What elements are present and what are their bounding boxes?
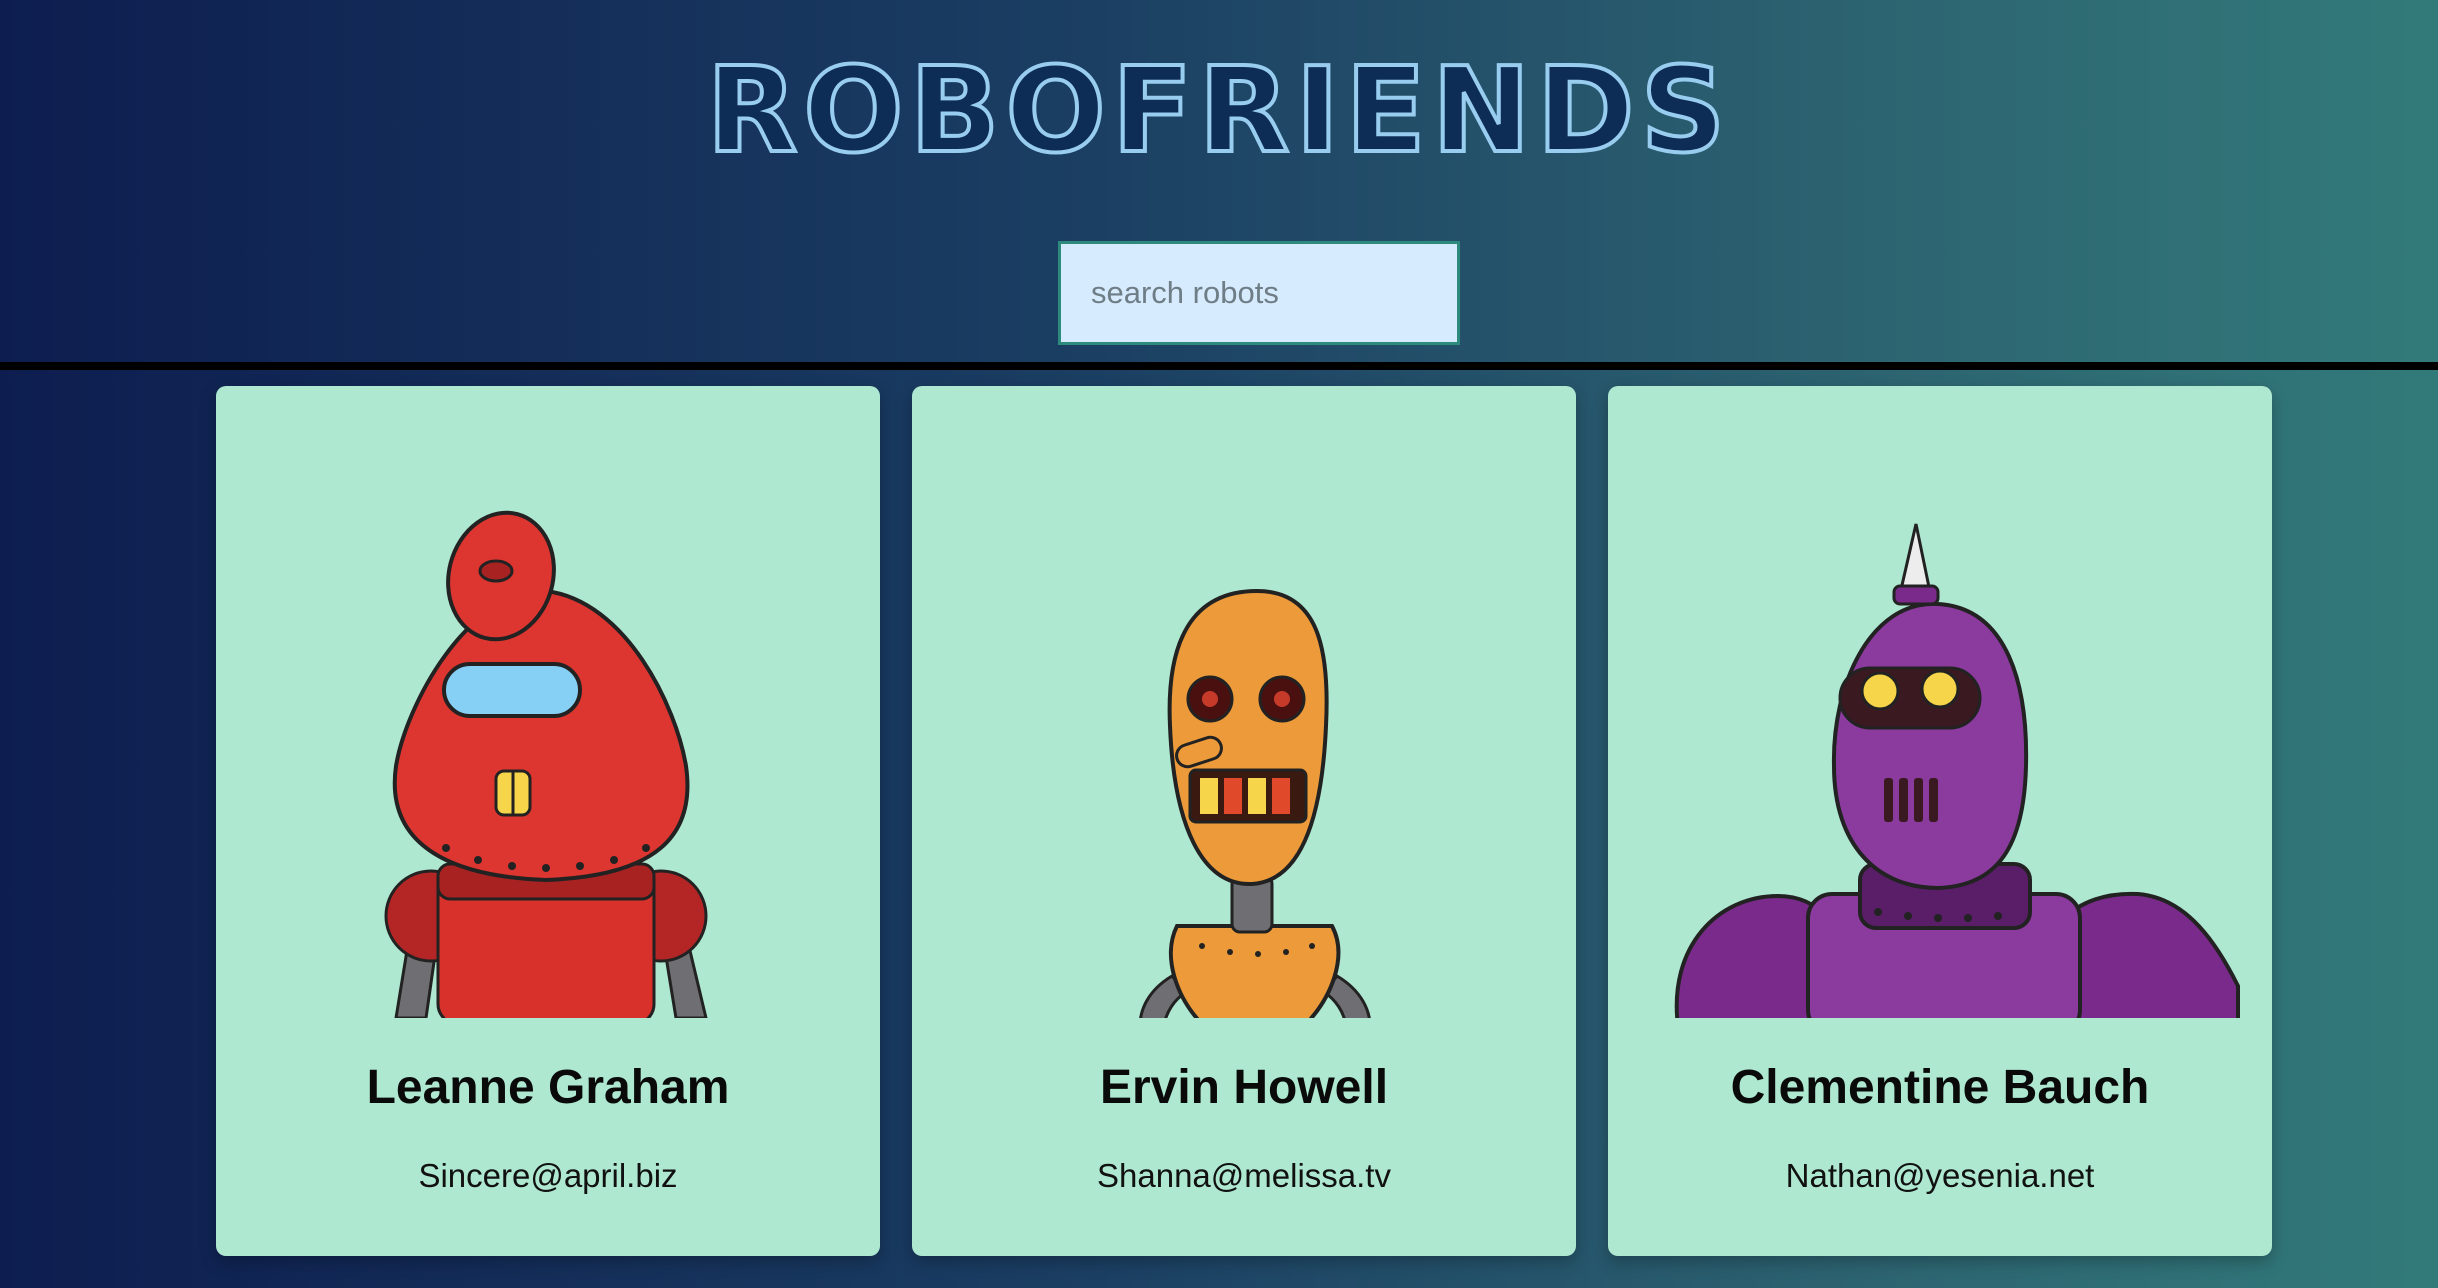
- robot-email: Shanna@melissa.tv: [1097, 1157, 1391, 1194]
- purple-robot-avatar: [1608, 386, 2272, 1018]
- robot-email: Sincere@april.biz: [418, 1157, 678, 1194]
- robot-card[interactable]: Leanne Graham Sincere@april.biz: [216, 386, 880, 1256]
- robot-card[interactable]: Clementine Bauch Nathan@yesenia.net: [1608, 386, 2272, 1256]
- robot-name: Leanne Graham: [366, 1061, 730, 1114]
- robot-card[interactable]: Ervin Howell Shanna@melissa.tv: [912, 386, 1576, 1256]
- orange-robot-avatar: [912, 386, 1576, 1018]
- app-title: ROBOFRIENDS: [704, 39, 1732, 181]
- robot-name: Clementine Bauch: [1730, 1061, 2150, 1114]
- header-divider: [0, 362, 2438, 370]
- robot-email: Nathan@yesenia.net: [1785, 1157, 2095, 1194]
- search-box: [1058, 241, 1460, 345]
- app-header: ROBOFRIENDS: [0, 0, 2438, 362]
- search-input[interactable]: [1058, 241, 1460, 345]
- robot-card-list: Leanne Graham Sincere@april.biz Ervin Ho…: [0, 386, 2438, 1256]
- red-robot-avatar: [216, 386, 880, 1018]
- robot-name: Ervin Howell: [1099, 1061, 1389, 1114]
